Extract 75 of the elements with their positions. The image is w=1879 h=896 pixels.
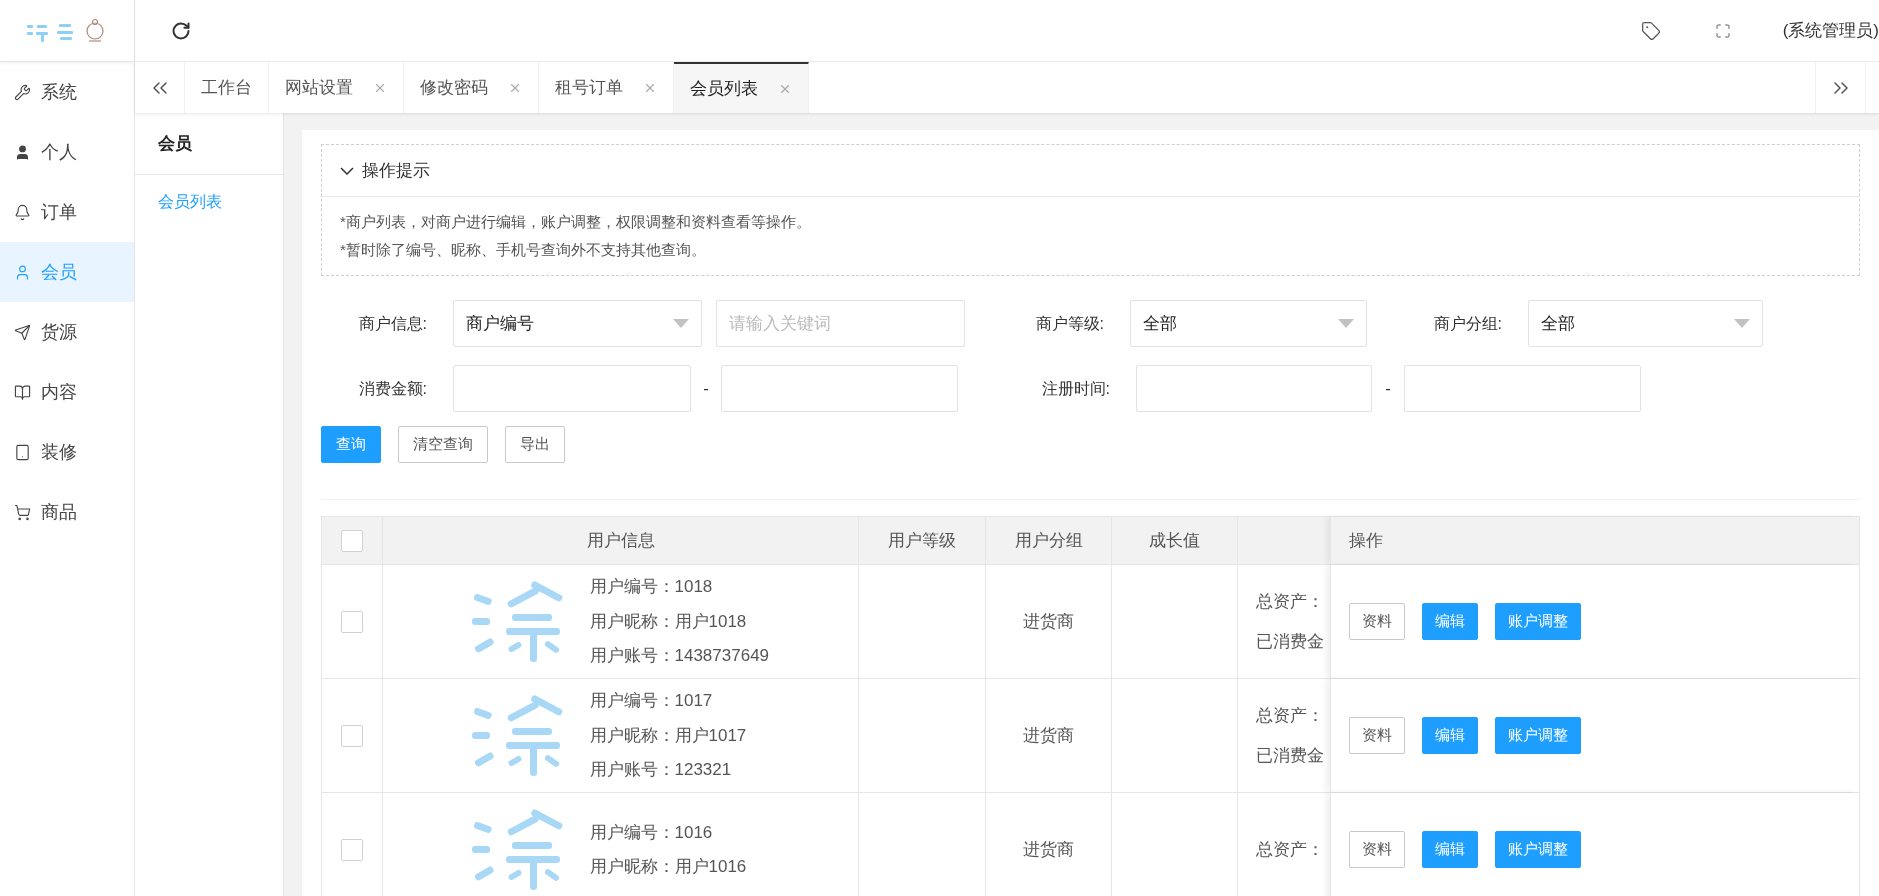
text-field[interactable] xyxy=(1404,365,1641,412)
text-field[interactable] xyxy=(1136,365,1372,412)
user-info-text: 用户账号：1438737649 xyxy=(589,645,770,668)
tab[interactable]: 修改密码 xyxy=(404,62,539,113)
column-header: 成长值 xyxy=(1149,529,1200,552)
user-info-text: 用户账号：123321 xyxy=(589,759,733,782)
sidebar-icon xyxy=(14,83,31,101)
filter-label: 商户分组: xyxy=(1432,313,1503,334)
range-separator: - xyxy=(702,377,710,400)
sidebar-item[interactable]: 个人 xyxy=(0,122,134,182)
asset-text: 总资产： xyxy=(1256,838,1325,861)
asset-text: 总资产： xyxy=(1256,705,1325,727)
dropdown-caret-icon xyxy=(673,319,689,328)
column-header: 操作 xyxy=(1349,529,1383,552)
select-field[interactable]: 商户编号 xyxy=(453,300,702,347)
user-info-text: 用户昵称：用户1016 xyxy=(589,856,748,878)
sidebar-item[interactable]: 商品 xyxy=(0,482,134,542)
text-field[interactable]: 请输入关键词 xyxy=(716,300,965,347)
sidebar-item[interactable]: 订单 xyxy=(0,182,134,242)
sub-sidebar-title: 会员 xyxy=(135,113,283,175)
select-field[interactable]: 全部 xyxy=(1130,300,1367,347)
outline-button[interactable]: 资料 xyxy=(1349,603,1405,640)
sidebar-icon xyxy=(14,503,31,521)
text-field[interactable] xyxy=(721,365,958,412)
sidebar-item[interactable]: 货源 xyxy=(0,302,134,362)
outline-button[interactable]: 导出 xyxy=(505,426,565,463)
range-separator: - xyxy=(1384,377,1392,400)
refresh-icon[interactable] xyxy=(171,20,191,41)
column-header: 用户等级 xyxy=(888,529,956,552)
user-info-text: 用户编号：1017 xyxy=(589,690,714,713)
column-header: 用户信息 xyxy=(586,529,655,552)
filter-label: 消费金额: xyxy=(357,378,428,399)
table-cell-text: 进货商 xyxy=(1023,838,1074,861)
user-info-text: 用户编号：1016 xyxy=(589,821,714,844)
hint-header[interactable]: 操作提示 xyxy=(322,145,1859,197)
filter-label: 商户信息: xyxy=(357,313,428,334)
sidebar-icon xyxy=(14,383,31,401)
sidebar-item[interactable]: 内容 xyxy=(0,362,134,422)
user-info-text: 用户昵称：用户1018 xyxy=(589,610,748,633)
checkbox[interactable] xyxy=(341,724,363,747)
hint-text: *暂时除了编号、昵称、手机号查询外不支持其他查询。 xyxy=(340,239,707,260)
asset-text: 已消费金 xyxy=(1256,744,1325,767)
table-cell-text: 进货商 xyxy=(1023,610,1074,633)
outline-button[interactable]: 清空查询 xyxy=(398,426,488,463)
outline-button[interactable]: 资料 xyxy=(1349,831,1405,868)
hint-text: *商户列表，对商户进行编辑，账户调整，权限调整和资料查看等操作。 xyxy=(340,212,812,232)
column-header: 用户分组 xyxy=(1014,529,1083,552)
asset-text: 已消费金 xyxy=(1256,630,1325,653)
user-info-text: 用户昵称：用户1017 xyxy=(589,724,748,747)
checkbox[interactable] xyxy=(341,610,363,633)
scroll-right-button[interactable] xyxy=(1815,62,1866,113)
select-field[interactable]: 全部 xyxy=(1528,300,1763,347)
sidebar-icon xyxy=(14,263,31,281)
dropdown-caret-icon xyxy=(1734,319,1750,328)
text-field[interactable] xyxy=(453,365,691,412)
sidebar-icon xyxy=(14,323,31,341)
asset-text: 总资产： xyxy=(1256,591,1325,613)
filter-label: 注册时间: xyxy=(1040,378,1111,399)
outline-button[interactable]: 资料 xyxy=(1349,717,1405,754)
dropdown-caret-icon xyxy=(1338,319,1354,328)
tab[interactable]: 会员列表 xyxy=(674,62,809,113)
sidebar-item[interactable]: 装修 xyxy=(0,422,134,482)
chevron-down-icon xyxy=(340,166,354,175)
sidebar-icon xyxy=(14,443,31,461)
tag-icon[interactable] xyxy=(1640,20,1661,41)
sidebar-icon xyxy=(14,143,31,161)
checkbox[interactable] xyxy=(341,529,363,552)
checkbox[interactable] xyxy=(341,838,363,861)
user-info-text: 用户编号：1018 xyxy=(589,576,714,599)
sidebar-item[interactable]: 系统 xyxy=(0,62,134,122)
sidebar-icon xyxy=(14,203,31,221)
user-role[interactable]: (系统管理员) xyxy=(1782,17,1879,44)
filter-label: 商户等级: xyxy=(1034,313,1105,334)
table-cell-text: 进货商 xyxy=(1023,724,1074,747)
fullscreen-icon[interactable] xyxy=(1714,22,1731,39)
